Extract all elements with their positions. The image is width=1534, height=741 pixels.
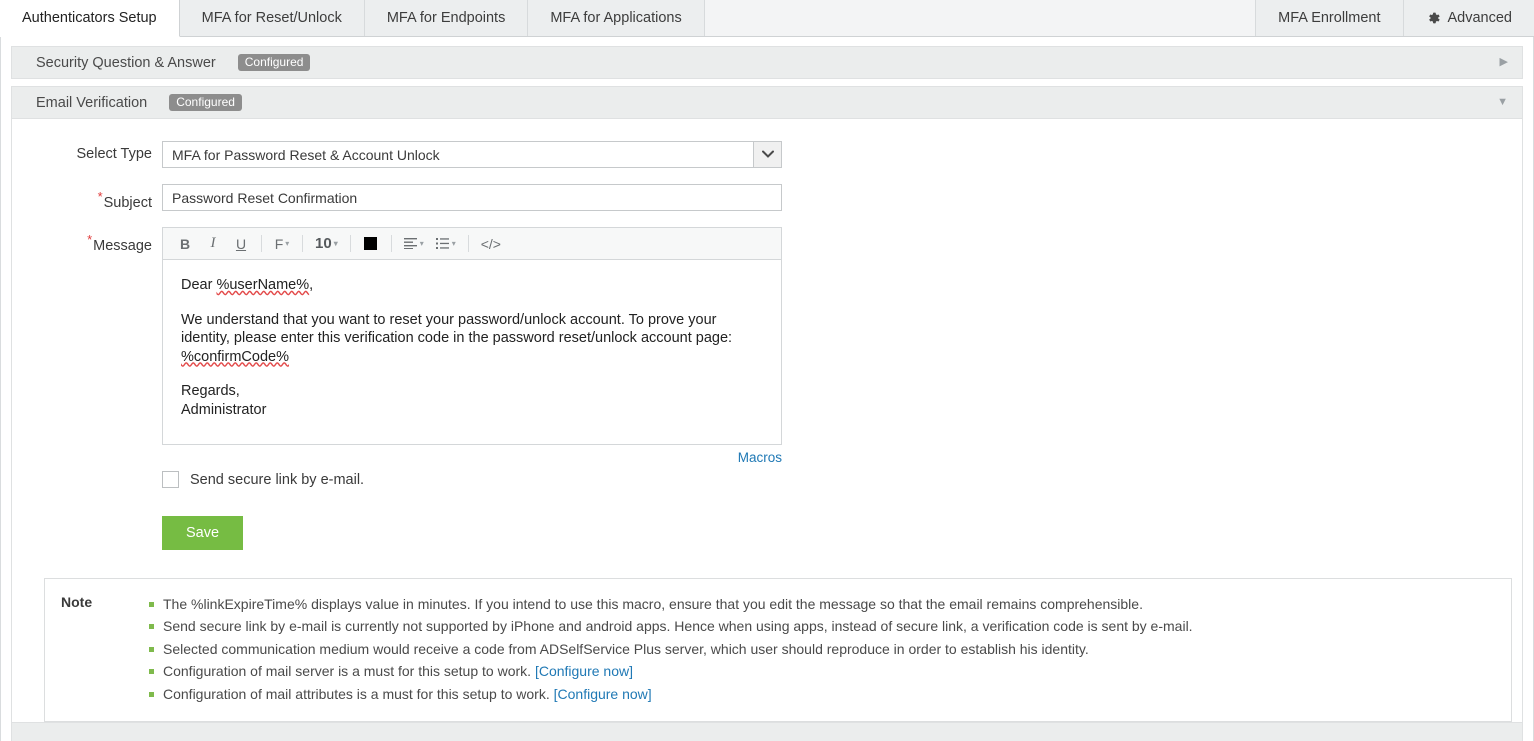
paragraph-text: We understand that you want to reset you… <box>181 311 733 347</box>
tab-authenticators-setup[interactable]: Authenticators Setup <box>0 0 180 37</box>
toolbar-divider <box>467 235 469 252</box>
tab-label: MFA for Reset/Unlock <box>201 9 342 26</box>
macro-username: %userName% <box>216 277 310 293</box>
configure-now-link[interactable]: [Configure now] <box>554 686 652 702</box>
field-row-select-type: Select Type MFA for Password Reset & Acc… <box>12 141 1522 168</box>
accordion-security-question[interactable]: Security Question & Answer Configured ▶ <box>11 46 1523 79</box>
tab-label: MFA Enrollment <box>1278 9 1381 26</box>
subject-label: *Subject <box>12 184 162 211</box>
tab-label: MFA for Endpoints <box>386 9 506 26</box>
tab-group-right: MFA Enrollment Advanced <box>1255 0 1534 36</box>
tab-bar: Authenticators Setup MFA for Reset/Unloc… <box>0 0 1534 37</box>
caret-icon: ▾ <box>333 239 338 248</box>
message-greeting: Dear %userName%, <box>181 276 763 295</box>
status-badge: Configured <box>237 54 311 71</box>
tab-mfa-for-reset-unlock[interactable]: MFA for Reset/Unlock <box>179 0 365 36</box>
note-item: Configuration of mail attributes is a mu… <box>149 683 1193 705</box>
tab-label: MFA for Applications <box>550 9 682 26</box>
greeting-pre: Dear <box>181 277 217 293</box>
note-text: Configuration of mail attributes is a mu… <box>163 685 550 702</box>
rich-text-editor: B I U F ▾ 10 ▾ ▾ ▾ </> Dear %userName%, … <box>162 227 782 445</box>
font-family-label: F <box>274 235 284 252</box>
toolbar-divider <box>261 235 262 252</box>
chevron-down-icon: ▼ <box>1497 96 1508 108</box>
greeting-post: , <box>309 277 314 293</box>
required-marker: * <box>97 189 103 204</box>
note-label: Note <box>61 594 93 610</box>
caret-icon: ▾ <box>285 239 290 248</box>
align-left-icon[interactable]: ▾ <box>398 227 430 260</box>
status-badge: Configured <box>169 94 242 111</box>
field-row-subject: *Subject <box>12 184 1522 211</box>
message-editor-column: B I U F ▾ 10 ▾ ▾ ▾ </> Dear %userName%, … <box>162 227 782 550</box>
note-item: The %linkExpireTime% displays value in m… <box>149 593 1193 615</box>
caret-icon: ▾ <box>419 239 424 248</box>
secure-link-checkbox[interactable] <box>162 471 179 488</box>
message-paragraph: We understand that you want to reset you… <box>181 311 763 367</box>
macro-confirmcode: %confirmCode% <box>181 348 289 365</box>
caret-icon: ▾ <box>451 239 456 248</box>
accordion-next-collapsed[interactable] <box>11 722 1523 741</box>
note-text: Send secure link by e-mail is currently … <box>163 618 1193 635</box>
field-row-message: *Message B I U F ▾ 10 ▾ ▾ ▾ </> Dear %us… <box>12 227 1522 550</box>
tab-label: Authenticators Setup <box>22 9 157 26</box>
note-item: Selected communication medium would rece… <box>149 638 1193 660</box>
source-code-icon[interactable]: </> <box>475 227 507 260</box>
accordion-title: Security Question & Answer <box>36 54 216 71</box>
save-button[interactable]: Save <box>162 516 244 550</box>
italic-icon[interactable]: I <box>199 227 227 260</box>
note-text: Configuration of mail server is a must f… <box>163 663 532 680</box>
macros-link[interactable]: Macros <box>738 450 782 465</box>
underline-icon[interactable]: U <box>227 227 255 260</box>
text-color-icon[interactable] <box>357 227 385 260</box>
select-type-dropdown[interactable]: MFA for Password Reset & Account Unlock <box>162 141 782 168</box>
color-swatch <box>364 237 378 250</box>
tab-mfa-for-endpoints[interactable]: MFA for Endpoints <box>364 0 529 36</box>
font-family-icon[interactable]: F ▾ <box>268 227 296 260</box>
select-type-value: MFA for Password Reset & Account Unlock <box>172 146 440 163</box>
signature-line-1: Regards, <box>181 383 240 400</box>
tab-advanced[interactable]: Advanced <box>1402 0 1534 36</box>
note-text: Selected communication medium would rece… <box>163 640 1089 657</box>
signature-line-2: Administrator <box>181 401 267 418</box>
toolbar-divider <box>390 235 392 252</box>
page-body: Security Question & Answer Configured ▶ … <box>0 37 1534 741</box>
chevron-down-icon[interactable] <box>753 142 781 167</box>
select-type-label: Select Type <box>76 146 152 162</box>
content-container: Security Question & Answer Configured ▶ … <box>1 37 1533 741</box>
gear-icon <box>1426 11 1440 25</box>
subject-input[interactable] <box>162 184 782 211</box>
note-item: Send secure link by e-mail is currently … <box>149 615 1193 637</box>
message-body[interactable]: Dear %userName%, We understand that you … <box>162 260 782 445</box>
accordion-title: Email Verification <box>36 94 148 111</box>
bullet-list-icon[interactable]: ▾ <box>430 227 462 260</box>
message-signature: Regards, Administrator <box>181 382 763 419</box>
secure-link-checkbox-row: Send secure link by e-mail. <box>162 471 782 488</box>
secure-link-label: Send secure link by e-mail. <box>190 471 365 488</box>
subject-label-text: Subject <box>103 194 152 211</box>
note-list: The %linkExpireTime% displays value in m… <box>149 593 1193 705</box>
note-box: Note The %linkExpireTime% displays value… <box>44 578 1512 722</box>
email-verification-panel: Select Type MFA for Password Reset & Acc… <box>11 119 1523 741</box>
editor-toolbar: B I U F ▾ 10 ▾ ▾ ▾ </> <box>162 227 782 260</box>
message-label-text: Message <box>93 237 152 254</box>
font-size-label: 10 <box>315 235 332 252</box>
note-text: The %linkExpireTime% displays value in m… <box>163 596 1143 612</box>
accordion-email-verification[interactable]: Email Verification Configured ▼ <box>11 86 1523 119</box>
bold-icon[interactable]: B <box>171 227 199 260</box>
tab-mfa-enrollment[interactable]: MFA Enrollment <box>1255 0 1403 36</box>
note-item: Configuration of mail server is a must f… <box>149 660 1193 682</box>
message-label: *Message <box>12 227 162 254</box>
tab-label: Advanced <box>1447 9 1513 26</box>
tab-group-left: Authenticators Setup MFA for Reset/Unloc… <box>0 0 705 37</box>
chevron-right-icon: ▶ <box>1499 56 1508 68</box>
toolbar-divider <box>349 235 351 252</box>
font-size-selector[interactable]: 10 ▾ <box>309 227 344 260</box>
required-marker: * <box>87 232 93 247</box>
configure-now-link[interactable]: [Configure now] <box>535 663 633 679</box>
tab-mfa-for-applications[interactable]: MFA for Applications <box>528 0 705 36</box>
macros-row: Macros <box>162 449 782 467</box>
toolbar-divider <box>302 235 303 252</box>
